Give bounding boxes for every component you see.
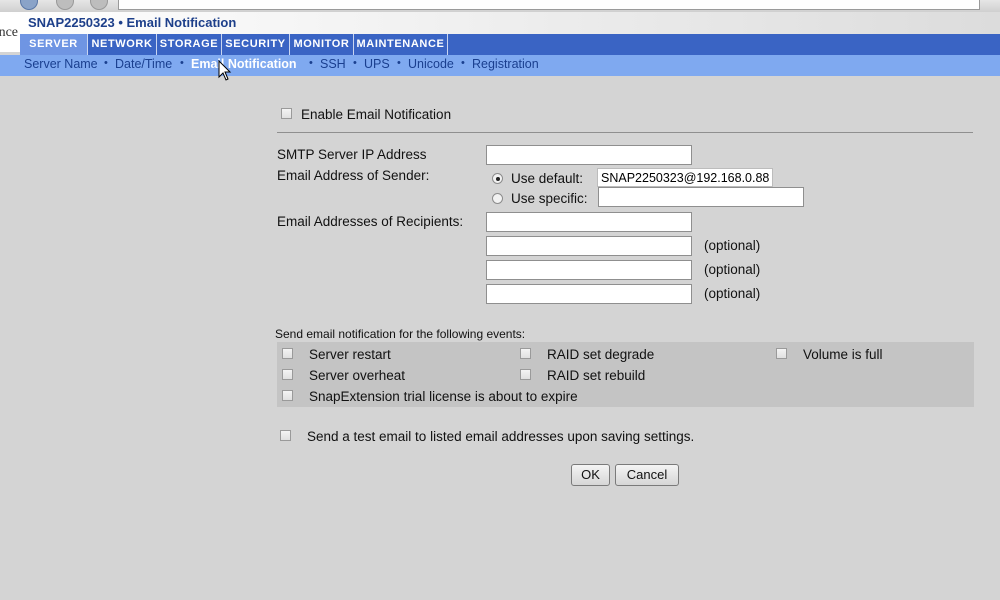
raid-degrade-label: RAID set degrade [547, 347, 655, 362]
optional-note: (optional) [704, 238, 761, 253]
app-title-bar: SNAP2250323 • Email Notification [0, 12, 1000, 34]
refresh-icon[interactable] [90, 0, 108, 10]
specific-sender-input[interactable] [598, 187, 804, 207]
mouse-cursor-icon [218, 60, 232, 81]
events-heading: Send email notification for the followin… [275, 327, 526, 341]
test-email-label: Send a test email to listed email addres… [307, 429, 695, 444]
forward-icon[interactable] [56, 0, 74, 10]
raid-rebuild-checkbox[interactable] [520, 369, 531, 380]
main-nav: SERVER NETWORK STORAGE SECURITY MONITOR … [20, 34, 1000, 55]
subnav-separator: • [309, 57, 313, 69]
address-bar[interactable] [118, 0, 980, 10]
recipient-input[interactable] [486, 284, 692, 304]
enable-email-label: Enable Email Notification [301, 107, 452, 122]
use-default-label: Use default: [511, 171, 584, 186]
sub-nav: Server Name • Date/Time • Email Notifica… [0, 55, 1000, 76]
raid-rebuild-label: RAID set rebuild [547, 368, 646, 383]
tab-server[interactable]: SERVER [20, 34, 88, 55]
divider [277, 132, 973, 133]
optional-note: (optional) [704, 262, 761, 277]
snapext-trial-checkbox[interactable] [282, 390, 293, 401]
recipient-input[interactable] [486, 212, 692, 232]
use-default-radio[interactable] [492, 173, 503, 184]
subnav-separator: • [461, 57, 465, 69]
tab-maintenance[interactable]: MAINTENANCE [354, 34, 448, 55]
use-specific-radio[interactable] [492, 193, 503, 204]
recipients-label: Email Addresses of Recipients: [277, 214, 464, 229]
subnav-server-name[interactable]: Server Name [24, 57, 98, 71]
enable-email-checkbox[interactable] [281, 108, 292, 119]
ok-button[interactable]: OK [571, 464, 610, 486]
logo: nce [0, 14, 20, 52]
tab-monitor[interactable]: MONITOR [290, 34, 354, 55]
test-email-checkbox[interactable] [280, 430, 291, 441]
volume-full-checkbox[interactable] [776, 348, 787, 359]
smtp-server-label: SMTP Server IP Address [277, 147, 427, 162]
subnav-email-notification[interactable]: Email Notification [191, 57, 297, 71]
sender-label: Email Address of Sender: [277, 168, 430, 183]
subnav-ssh[interactable]: SSH [320, 57, 346, 71]
optional-note: (optional) [704, 286, 761, 301]
tab-network[interactable]: NETWORK [88, 34, 157, 55]
raid-degrade-checkbox[interactable] [520, 348, 531, 359]
subnav-date-time[interactable]: Date/Time [115, 57, 172, 71]
tab-security[interactable]: SECURITY [222, 34, 290, 55]
subnav-ups[interactable]: UPS [364, 57, 390, 71]
back-icon[interactable] [20, 0, 38, 10]
subnav-separator: • [397, 57, 401, 69]
subnav-registration[interactable]: Registration [472, 57, 539, 71]
cancel-button[interactable]: Cancel [615, 464, 679, 486]
subnav-unicode[interactable]: Unicode [408, 57, 454, 71]
default-sender-field: SNAP2250323@192.168.0.88 [597, 168, 773, 187]
server-restart-label: Server restart [309, 347, 391, 362]
tab-storage[interactable]: STORAGE [157, 34, 222, 55]
page-title: SNAP2250323 • Email Notification [28, 15, 237, 30]
server-overheat-label: Server overheat [309, 368, 406, 383]
subnav-separator: • [104, 57, 108, 69]
subnav-separator: • [353, 57, 357, 69]
server-restart-checkbox[interactable] [282, 348, 293, 359]
server-overheat-checkbox[interactable] [282, 369, 293, 380]
subnav-separator: • [180, 57, 184, 69]
logo-text: nce [0, 25, 18, 40]
recipient-input[interactable] [486, 236, 692, 256]
use-specific-label: Use specific: [511, 191, 588, 206]
smtp-server-input[interactable] [486, 145, 692, 165]
recipient-input[interactable] [486, 260, 692, 280]
volume-full-label: Volume is full [803, 347, 883, 362]
snapext-trial-label: SnapExtension trial license is about to … [309, 389, 578, 404]
